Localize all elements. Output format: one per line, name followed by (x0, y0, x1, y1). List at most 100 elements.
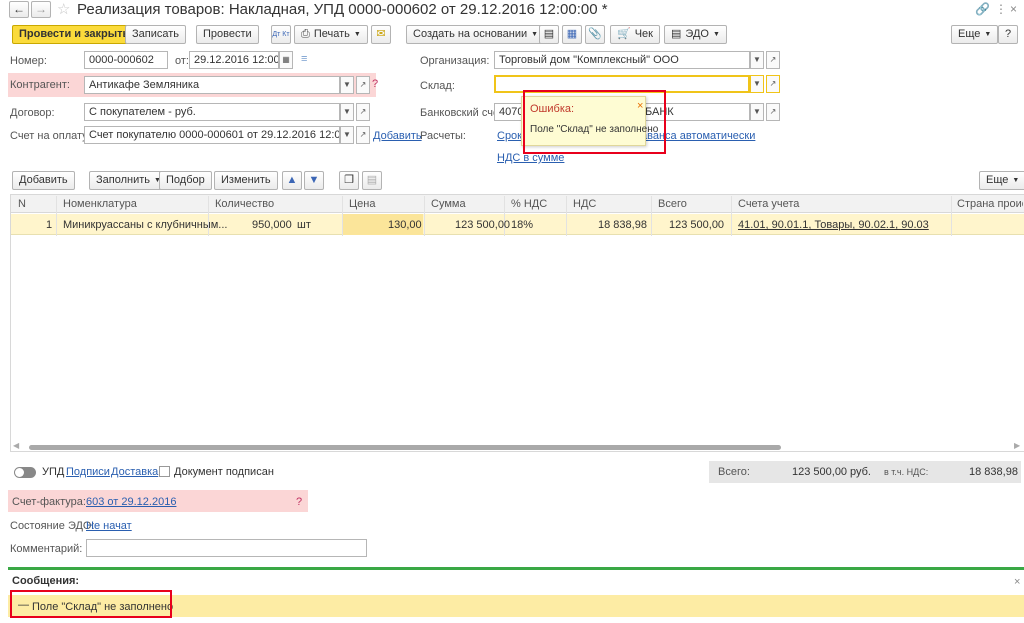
col-header-total[interactable]: Всего (658, 198, 687, 210)
warehouse-label: Склад: (420, 80, 455, 92)
move-down-button[interactable]: ▼ (304, 171, 324, 190)
paste-button[interactable]: ▤ (362, 171, 382, 190)
org-field[interactable]: Торговый дом "Комплексный" ООО (494, 51, 750, 69)
col-header-country[interactable]: Страна происхо (957, 198, 1023, 210)
more-vert-icon[interactable]: ⋮ (995, 2, 1007, 16)
col-header-sum[interactable]: Сумма (431, 198, 466, 210)
doc-icon[interactable]: ≡ (301, 53, 307, 65)
invoice-question[interactable]: ? (296, 496, 302, 508)
horizontal-scrollbar[interactable]: ◀ ▶ (11, 441, 1024, 451)
cell-price[interactable]: 130,00 (388, 219, 422, 231)
edo-state-label: Состояние ЭДО: (10, 520, 95, 532)
number-field[interactable]: 0000-000602 (84, 51, 168, 69)
contract-field[interactable]: С покупателем - руб. (84, 103, 340, 121)
toggle-knob (15, 468, 24, 477)
invoice-pay-open-button[interactable]: ↗ (356, 126, 370, 144)
contract-dropdown-button[interactable]: ▼ (340, 103, 354, 121)
invoice-link[interactable]: 603 от 29.12.2016 (86, 496, 176, 508)
vat-incl-label: в т.ч. НДС: (884, 467, 929, 477)
star-icon[interactable]: ☆ (57, 0, 70, 18)
dtkt-button[interactable]: Дт Кт (271, 25, 291, 44)
message-highlight-box (10, 590, 172, 618)
scroll-left-icon[interactable]: ◀ (13, 441, 19, 450)
contractor-question[interactable]: ? (372, 78, 378, 90)
warehouse-dropdown-button[interactable]: ▼ (750, 75, 764, 93)
copy-button[interactable]: ❐ (339, 171, 359, 190)
col-header-n[interactable]: N (18, 198, 26, 210)
create-based-button[interactable]: Создать на основании ▼ (406, 25, 546, 44)
title-bar: ← → ☆ Реализация товаров: Накладная, УПД… (0, 0, 1024, 20)
bank-dropdown-button[interactable]: ▼ (750, 103, 764, 121)
printer-icon: ⎙ (301, 28, 310, 40)
calendar-icon[interactable]: ▦ (279, 51, 293, 69)
fill-button[interactable]: Заполнить ▼ (89, 171, 168, 190)
number-label: Номер: (10, 55, 47, 67)
report-button[interactable]: ▦ (562, 25, 582, 44)
bank-open-button[interactable]: ↗ (766, 103, 780, 121)
structure-button[interactable]: ▤ (539, 25, 559, 44)
back-button[interactable]: ← (9, 1, 29, 18)
close-icon[interactable]: × (1010, 2, 1017, 16)
col-header-accounts[interactable]: Счета учета (738, 198, 799, 210)
move-up-button[interactable]: ▲ (282, 171, 302, 190)
scrollbar-thumb[interactable] (29, 445, 781, 450)
col-sep (651, 196, 652, 236)
check-button[interactable]: 🛒 Чек (610, 25, 660, 44)
contractor-dropdown-button[interactable]: ▼ (340, 76, 354, 94)
post-button[interactable]: Провести (196, 25, 259, 44)
cell-vat[interactable]: 18 838,98 (598, 219, 647, 231)
contractor-open-button[interactable]: ↗ (356, 76, 370, 94)
attach-button[interactable]: 📎 (585, 25, 605, 44)
contractor-field[interactable]: Антикафе Земляника (84, 76, 340, 94)
forward-button[interactable]: → (31, 1, 51, 18)
post-and-close-button[interactable]: Провести и закрыть (12, 25, 137, 44)
contract-open-button[interactable]: ↗ (356, 103, 370, 121)
cell-sum[interactable]: 123 500,00 (455, 219, 510, 231)
cell-vat-rate[interactable]: 18% (511, 219, 533, 231)
print-label: Печать (313, 28, 350, 40)
scroll-right-icon[interactable]: ▶ (1014, 441, 1020, 450)
cell-unit[interactable]: шт (297, 219, 311, 231)
org-dropdown-button[interactable]: ▼ (750, 51, 764, 69)
write-button[interactable]: Записать (125, 25, 187, 44)
upd-label: УПД (42, 466, 65, 478)
cell-item[interactable]: Миникруассаны с клубничным... (63, 219, 227, 231)
upd-toggle[interactable] (14, 467, 36, 478)
add-invoice-link[interactable]: Добавить (373, 130, 422, 142)
chevron-down-icon: ▼ (531, 31, 539, 38)
table-more-button[interactable]: Еще ▼ (979, 171, 1024, 190)
more-button[interactable]: Еще ▼ (951, 25, 999, 44)
edo-button[interactable]: ▤ ЭДО ▼ (664, 25, 727, 44)
signatures-link[interactable]: Подписи (66, 466, 110, 478)
col-header-vat[interactable]: НДС (573, 198, 596, 210)
calc-link-prefix[interactable]: Срок (497, 130, 522, 142)
select-button[interactable]: Подбор (159, 171, 212, 190)
warehouse-open-button[interactable]: ↗ (766, 75, 780, 93)
error-highlight-box (523, 90, 666, 154)
help-button[interactable]: ? (998, 25, 1018, 44)
col-header-item[interactable]: Номенклатура (63, 198, 137, 210)
invoice-pay-field[interactable]: Счет покупателю 0000-000601 от 29.12.201… (84, 126, 340, 144)
col-header-vat-rate[interactable]: % НДС (511, 198, 547, 210)
comment-field[interactable] (86, 539, 367, 557)
messages-title: Сообщения: (12, 575, 80, 587)
date-field[interactable]: 29.12.2016 12:00:00 (189, 51, 279, 69)
col-sep (951, 196, 952, 236)
col-header-price[interactable]: Цена (349, 198, 375, 210)
cell-qty[interactable]: 950,000 (252, 219, 292, 231)
change-button[interactable]: Изменить (214, 171, 278, 190)
col-header-qty[interactable]: Количество (215, 198, 274, 210)
signed-checkbox[interactable] (159, 466, 170, 477)
edo-state-link[interactable]: Не начат (86, 520, 132, 532)
link-icon[interactable]: 🔗 (975, 2, 990, 16)
col-sep (566, 196, 567, 236)
add-row-button[interactable]: Добавить (12, 171, 75, 190)
org-open-button[interactable]: ↗ (766, 51, 780, 69)
cell-total[interactable]: 123 500,00 (669, 219, 724, 231)
cell-accounts[interactable]: 41.01, 90.01.1, Товары, 90.02.1, 90.03 (738, 219, 929, 231)
delivery-link[interactable]: Доставка (111, 466, 158, 478)
messages-close-icon[interactable]: × (1014, 576, 1020, 588)
print-button[interactable]: ⎙ Печать ▼ (294, 25, 368, 44)
invoice-pay-dropdown-button[interactable]: ▼ (340, 126, 354, 144)
email-button[interactable]: ✉ (371, 25, 391, 44)
